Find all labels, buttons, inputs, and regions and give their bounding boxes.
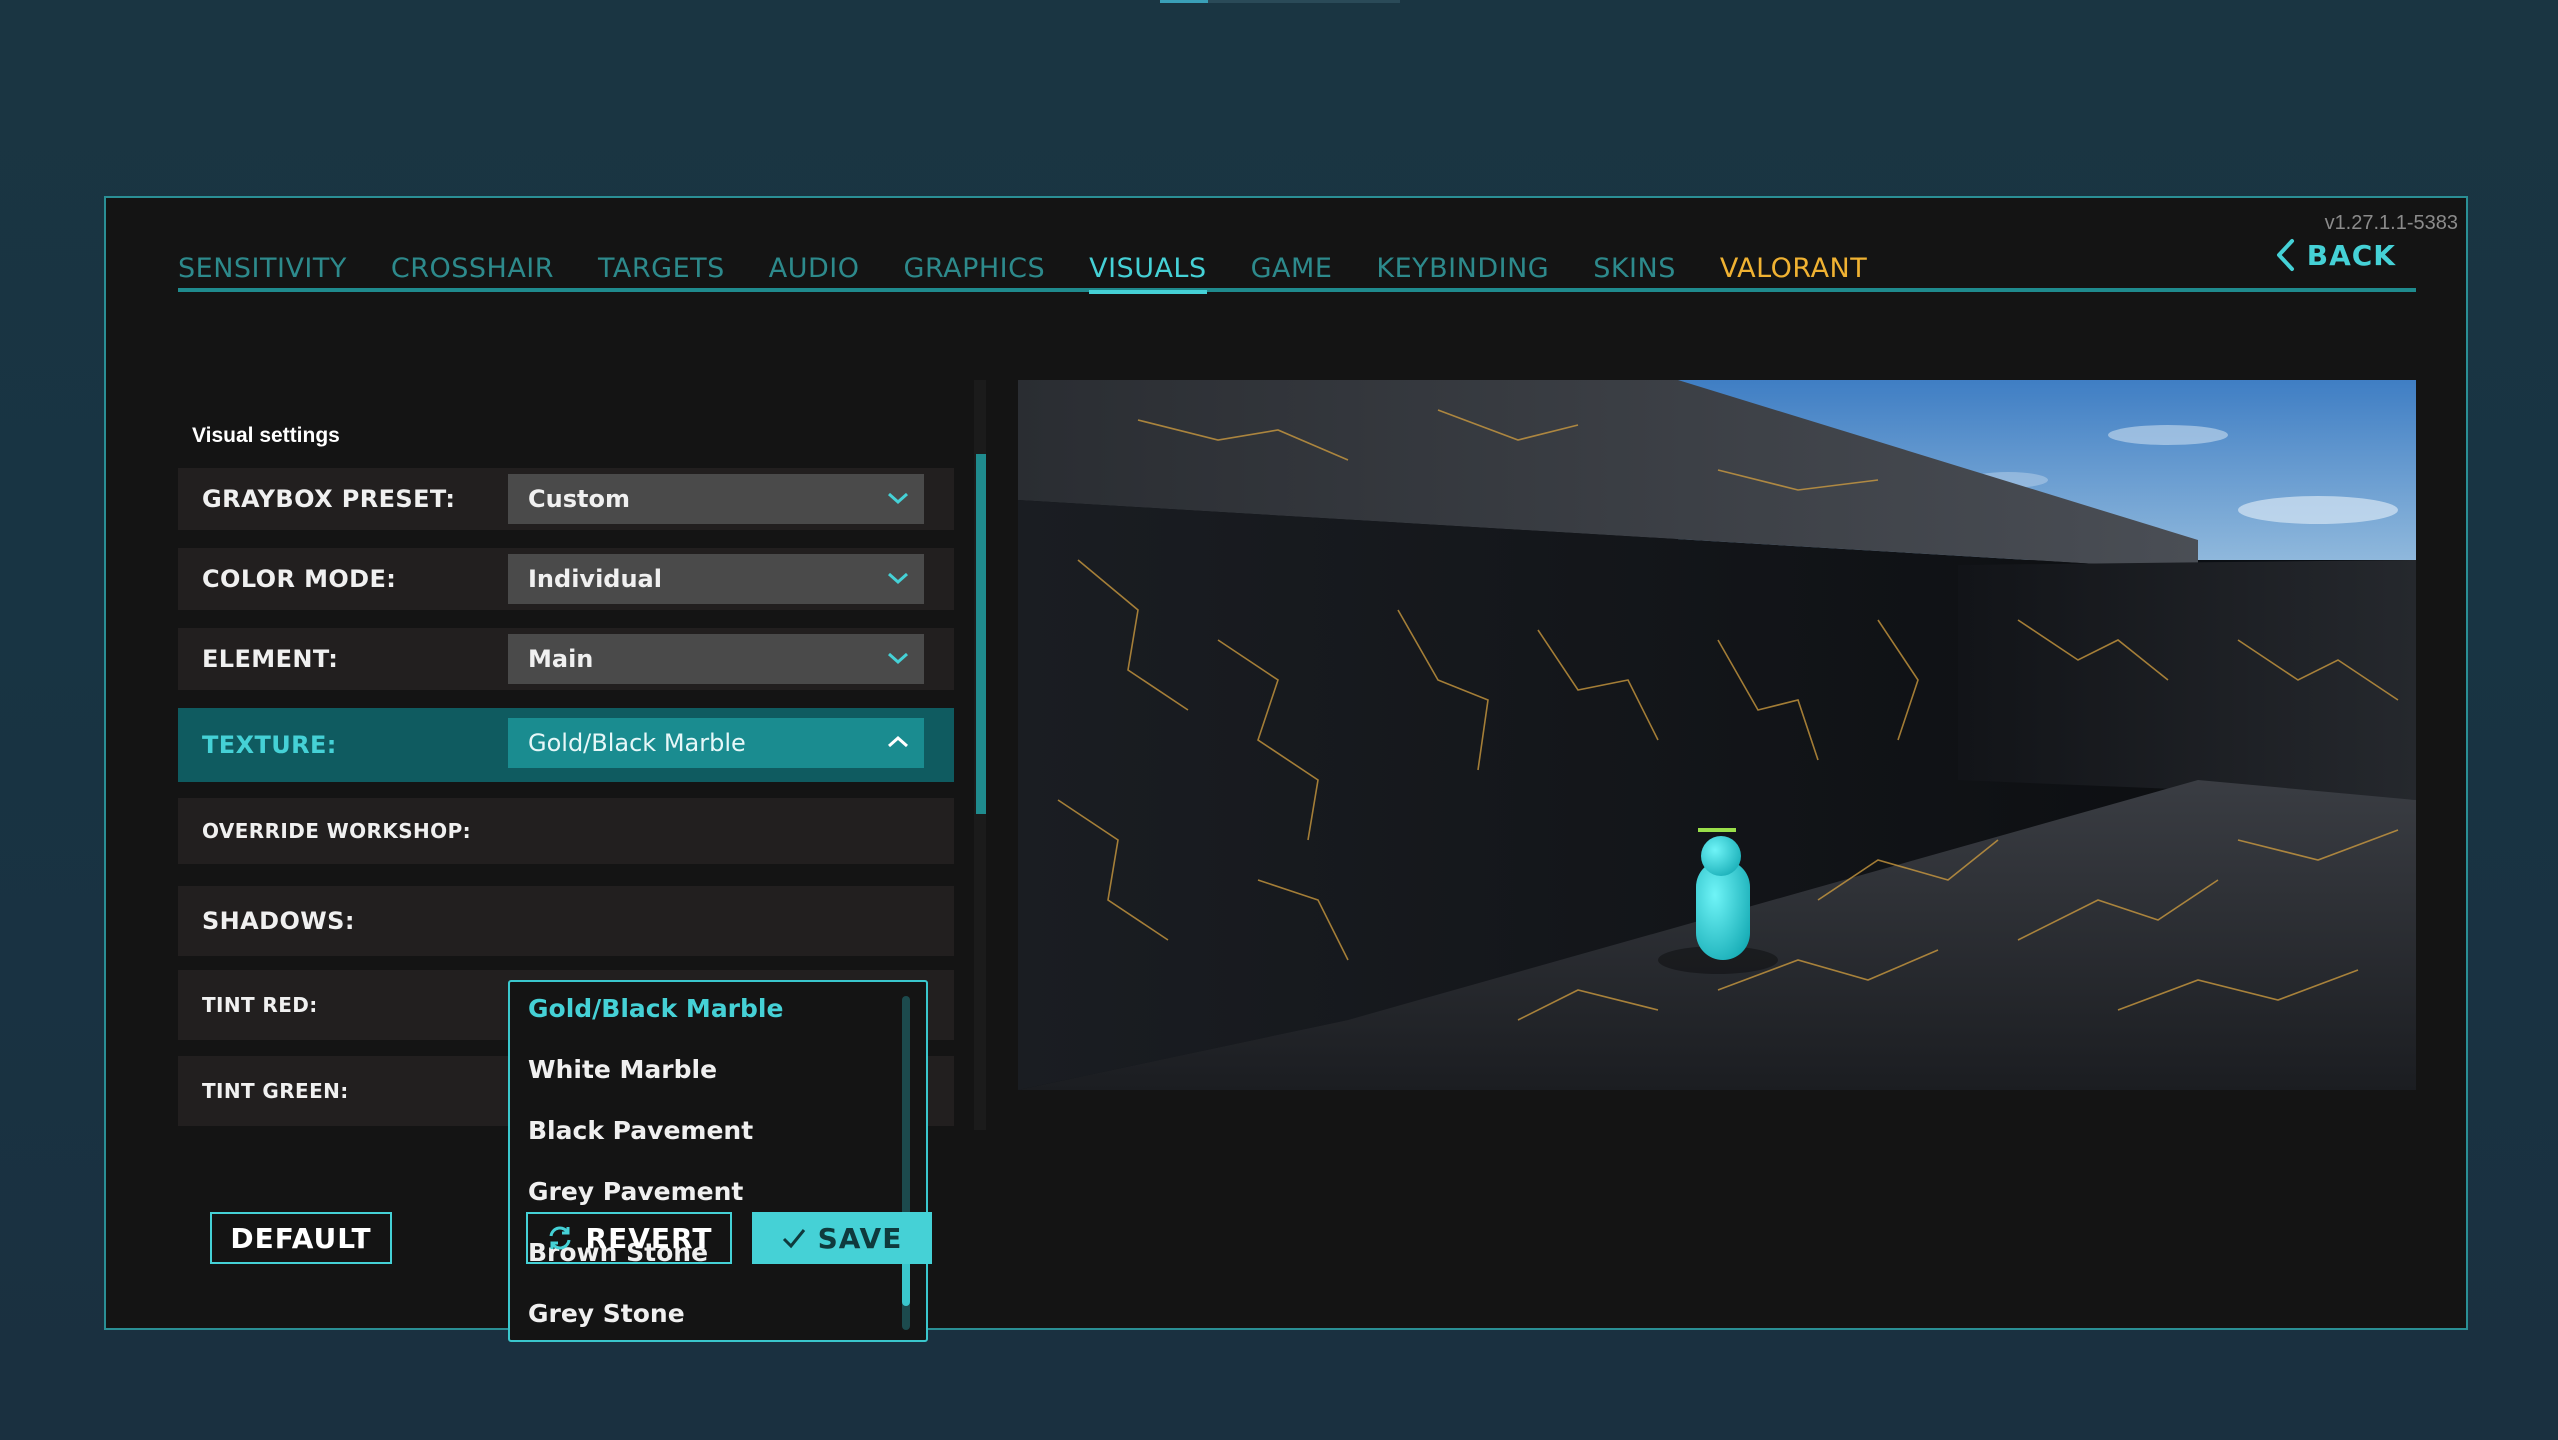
texture-option[interactable]: Gold/Black Marble — [528, 994, 783, 1023]
tab-targets[interactable]: TARGETS — [598, 254, 725, 290]
preview-scene — [1018, 380, 2416, 1090]
tab-valorant[interactable]: VALORANT — [1720, 254, 1867, 290]
save-button[interactable]: SAVE — [752, 1212, 932, 1264]
setting-row-element: ELEMENT: Main — [178, 628, 954, 690]
refresh-icon — [549, 1226, 571, 1250]
section-title: Visual settings — [192, 424, 340, 447]
tab-keybinding[interactable]: KEYBINDING — [1376, 254, 1549, 290]
setting-row-graybox-preset: GRAYBOX PRESET: Custom — [178, 468, 954, 530]
setting-row-shadows: SHADOWS: — [178, 886, 954, 956]
dropdown-value: Individual — [528, 565, 662, 593]
tab-graphics[interactable]: GRAPHICS — [904, 254, 1046, 290]
revert-button[interactable]: REVERT — [526, 1212, 732, 1264]
setting-row-texture: TEXTURE: Gold/Black Marble — [178, 708, 954, 782]
dropdown-value: Gold/Black Marble — [528, 729, 746, 757]
setting-label: COLOR MODE: — [202, 565, 397, 593]
save-label: SAVE — [817, 1221, 903, 1255]
default-button[interactable]: DEFAULT — [210, 1212, 392, 1264]
setting-label: ELEMENT: — [202, 645, 339, 673]
version-label: v1.27.1.1-5383 — [2324, 212, 2458, 234]
dropdown-value: Custom — [528, 485, 630, 513]
top-indicator — [1160, 0, 1400, 3]
setting-label: GRAYBOX PRESET: — [202, 485, 456, 513]
texture-option[interactable]: Grey Pavement — [528, 1177, 743, 1206]
setting-label: OVERRIDE WORKSHOP: — [202, 819, 472, 843]
tab-bar: SENSITIVITY CROSSHAIR TARGETS AUDIO GRAP… — [178, 254, 2416, 294]
color-mode-dropdown[interactable]: Individual — [508, 554, 924, 604]
chevron-up-icon — [888, 735, 908, 748]
back-label: BACK — [2306, 238, 2396, 272]
settings-scrollbar-thumb[interactable] — [976, 454, 986, 814]
dropdown-scrollbar[interactable] — [902, 996, 910, 1330]
setting-label: TEXTURE: — [202, 731, 337, 759]
settings-panel: v1.27.1.1-5383 SENSITIVITY CROSSHAIR TAR… — [104, 196, 2468, 1342]
texture-option[interactable]: Black Pavement — [528, 1116, 753, 1145]
setting-label: TINT GREEN: — [202, 1079, 349, 1103]
texture-dropdown-menu: Gold/Black Marble White Marble Black Pav… — [508, 980, 928, 1342]
texture-preview — [1018, 380, 2416, 1090]
chevron-down-icon — [888, 652, 908, 665]
graybox-preset-dropdown[interactable]: Custom — [508, 474, 924, 524]
tab-audio[interactable]: AUDIO — [769, 254, 860, 290]
dropdown-value: Main — [528, 645, 594, 673]
settings-scrollbar[interactable] — [974, 380, 986, 1130]
tab-game[interactable]: GAME — [1251, 254, 1333, 290]
setting-label: TINT RED: — [202, 993, 318, 1017]
setting-row-override-workshop: OVERRIDE WORKSHOP: — [178, 798, 954, 864]
back-button[interactable]: BACK — [2275, 238, 2396, 272]
texture-dropdown[interactable]: Gold/Black Marble — [508, 718, 924, 768]
tab-crosshair[interactable]: CROSSHAIR — [391, 254, 554, 290]
setting-label: SHADOWS: — [202, 907, 355, 935]
setting-row-color-mode: COLOR MODE: Individual — [178, 548, 954, 610]
revert-label: REVERT — [585, 1221, 713, 1255]
element-dropdown[interactable]: Main — [508, 634, 924, 684]
chevron-down-icon — [888, 572, 908, 585]
chevron-down-icon — [888, 492, 908, 505]
tab-visuals[interactable]: VISUALS — [1089, 254, 1207, 294]
checkmark-icon — [782, 1229, 805, 1249]
chevron-left-icon — [2276, 239, 2294, 271]
tab-skins[interactable]: SKINS — [1593, 254, 1676, 290]
tab-sensitivity[interactable]: SENSITIVITY — [178, 254, 347, 290]
texture-option[interactable]: White Marble — [528, 1055, 717, 1084]
texture-option[interactable]: Grey Stone — [528, 1299, 685, 1328]
